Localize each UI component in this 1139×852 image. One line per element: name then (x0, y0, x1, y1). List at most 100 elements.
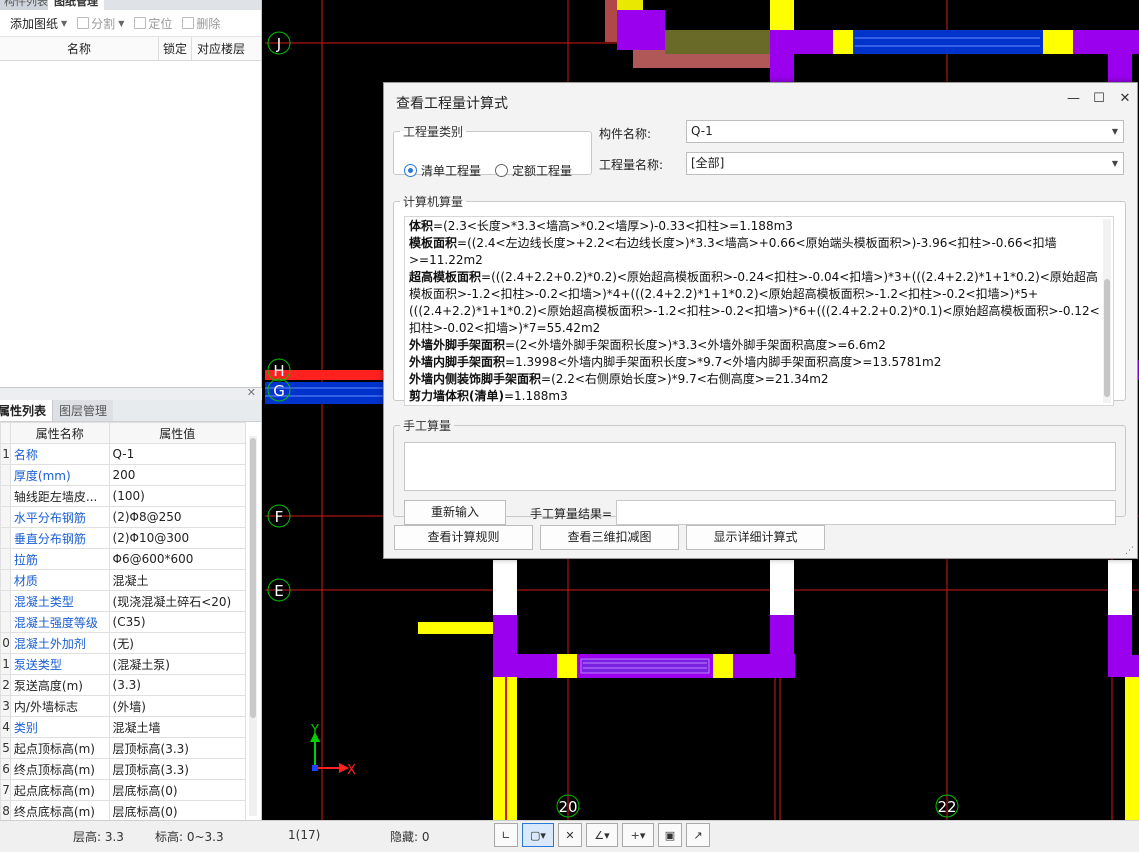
col-lock[interactable]: 锁定 (159, 37, 192, 60)
snap-toolbar: ∟ ▢▾ ✕ ∠▾ +▾ ▣ ↗ (494, 823, 710, 847)
view-calc-rules-button[interactable]: 查看计算规则 (394, 525, 533, 550)
table-row[interactable]: 垂直分布钢筋 (2)Φ10@300 (0, 527, 247, 549)
calc-line: 模板面积=((2.4<左边线长度>+2.2<右边线长度>)*3.3<墙高>+0.… (409, 235, 1109, 269)
close-icon[interactable]: ✕ (1119, 91, 1131, 106)
property-value[interactable]: 200 (108, 464, 247, 486)
tab-drawing-manager[interactable]: 图纸管理 (48, 0, 104, 10)
property-value[interactable]: (混凝土泵) (108, 653, 247, 675)
scroll-thumb[interactable] (1104, 279, 1110, 397)
scroll-thumb[interactable] (250, 438, 256, 718)
table-row[interactable]: 1 泵送类型 (混凝土泵) (0, 653, 247, 675)
property-value[interactable]: 层底标高(0) (108, 779, 247, 801)
table-row[interactable]: 1 名称 Q-1 (0, 443, 247, 465)
show-detailed-formula-button[interactable]: 显示详细计算式 (686, 525, 825, 550)
property-value-header: 属性值 (108, 422, 247, 444)
row-index (0, 569, 11, 591)
property-value[interactable]: (2)Φ8@250 (108, 506, 247, 528)
table-row[interactable]: 7 起点底标高(m) 层底标高(0) (0, 779, 247, 801)
calc-formula-dialog: 查看工程量计算式 — ☐ ✕ 工程量类别 清单工程量 定额工程量 构件名称: Q… (383, 82, 1138, 559)
table-row[interactable]: 轴线距左墙皮... (100) (0, 485, 247, 507)
elevation-status: 标高: 0~3.3 (155, 830, 224, 844)
property-name: 厚度(mm) (9, 464, 110, 486)
calc-line: 外墙内脚手架面积=1.3998<外墙内脚手架面积长度>*9.7<外墙内脚手架面积… (409, 354, 1109, 371)
offset-snap-icon[interactable]: +▾ (622, 823, 654, 847)
tab-layers[interactable]: 图层管理 (52, 400, 114, 421)
orthogonal-icon[interactable]: ∟ (494, 823, 518, 847)
table-row[interactable]: 8 终点底标高(m) 层底标高(0) (0, 800, 247, 820)
window-controls: — ☐ ✕ (1067, 91, 1131, 106)
calc-scrollbar[interactable] (1103, 219, 1111, 403)
table-row[interactable]: 0 混凝土外加剂 (无) (0, 632, 247, 654)
property-value[interactable]: (3.3) (108, 674, 247, 696)
property-value[interactable]: (2)Φ10@300 (108, 527, 247, 549)
calc-line: 外墙内侧装饰脚手架面积=(2.2<右侧原始长度>)*9.7<右侧高度>=21.3… (409, 371, 1109, 388)
table-row[interactable]: 4 类别 混凝土墙 (0, 716, 247, 738)
dynamic-input-icon[interactable]: ▣ (658, 823, 682, 847)
chevron-down-icon: ▼ (118, 18, 125, 28)
grid-number-20: 20 (558, 798, 577, 816)
floor-height-status: 层高: 3.3 (73, 830, 124, 844)
tab-component-list[interactable]: 构件列表 (0, 0, 54, 10)
table-row[interactable]: 拉筋 Φ6@600*600 (0, 548, 247, 570)
radio-list-quantity[interactable]: 清单工程量 (404, 162, 481, 179)
calc-line: 外墙外脚手架面积=(2<外墙外脚手架面积长度>)*3.3<外墙外脚手架面积高度>… (409, 337, 1109, 354)
quantity-name-value: [全部] (691, 156, 725, 170)
property-value[interactable]: (现浇混凝土碎石<20) (108, 590, 247, 612)
add-drawing-button[interactable]: 添加图纸 ▼ (0, 15, 67, 32)
tab-properties[interactable]: 属性列表 (0, 400, 53, 421)
angle-snap-icon[interactable]: ∠▾ (586, 823, 618, 847)
locate-button[interactable]: 定位 (134, 15, 172, 32)
property-value[interactable]: 层顶标高(3.3) (108, 737, 247, 759)
table-row[interactable]: 水平分布钢筋 (2)Φ8@250 (0, 506, 247, 528)
radio-dot-selected[interactable] (404, 164, 417, 177)
col-name[interactable]: 名称 (0, 37, 159, 60)
property-value[interactable]: (100) (108, 485, 247, 507)
table-row[interactable]: 材质 混凝土 (0, 569, 247, 591)
radio-quota-quantity[interactable]: 定额工程量 (495, 162, 572, 179)
minimize-icon[interactable]: — (1067, 91, 1080, 106)
calc-line-expr: =((2.4<左边线长度>+2.2<右边线长度>)*3.3<墙高>+0.66<原… (409, 236, 1057, 267)
axis-label-h: H (273, 362, 284, 380)
radio-list-quantity-label: 清单工程量 (421, 164, 482, 178)
property-value[interactable]: 层顶标高(3.3) (108, 758, 247, 780)
manual-calc-input[interactable] (404, 442, 1116, 491)
property-value[interactable]: (C35) (108, 611, 247, 633)
object-snap-icon[interactable]: ▢▾ (522, 823, 554, 847)
property-name: 终点顶标高(m) (9, 758, 110, 780)
table-row[interactable]: 混凝土类型 (现浇混凝土碎石<20) (0, 590, 247, 612)
resize-grip-icon[interactable]: ⋰ (1125, 546, 1134, 556)
table-row[interactable]: 混凝土强度等级 (C35) (0, 611, 247, 633)
manual-result-field[interactable] (616, 500, 1116, 525)
property-value[interactable]: (无) (108, 632, 247, 654)
maximize-icon[interactable]: ☐ (1093, 91, 1105, 106)
col-floor[interactable]: 对应楼层 (192, 37, 250, 60)
component-name-select[interactable]: Q-1 ▼ (686, 120, 1124, 143)
view-3d-deduction-button[interactable]: 查看三维扣减图 (540, 525, 679, 550)
delete-label: 删除 (196, 16, 221, 31)
delete-button[interactable]: 删除 (182, 15, 220, 32)
property-value[interactable]: Φ6@600*600 (108, 548, 247, 570)
property-value[interactable]: (外墙) (108, 695, 247, 717)
table-row[interactable]: 3 内/外墙标志 (外墙) (0, 695, 247, 717)
properties-scrollbar[interactable] (249, 436, 257, 816)
quantity-name-select[interactable]: [全部] ▼ (686, 152, 1124, 175)
table-row[interactable]: 2 泵送高度(m) (3.3) (0, 674, 247, 696)
calc-formula-textbox[interactable]: 体积=(2.3<长度>*3.3<墙高>*0.2<墙厚>)-0.33<扣柱>=1.… (404, 216, 1114, 406)
split-button[interactable]: 分割 ▼ (77, 15, 124, 32)
panel-splitter[interactable]: ✕ (0, 386, 262, 400)
cross-snap-icon[interactable]: ✕ (558, 823, 582, 847)
calc-line: 剪力墙模板面积(清单)=11.22m2 (409, 405, 1109, 406)
row-index: 0 (0, 632, 11, 654)
arc-snap-icon[interactable]: ↗ (686, 823, 710, 847)
property-value[interactable]: 层底标高(0) (108, 800, 247, 820)
property-value[interactable]: 混凝土 (108, 569, 247, 591)
radio-dot[interactable] (495, 164, 509, 177)
property-value[interactable]: 混凝土墙 (108, 716, 247, 738)
property-value[interactable]: Q-1 (108, 443, 247, 465)
table-row[interactable]: 5 起点顶标高(m) 层顶标高(3.3) (0, 737, 247, 759)
table-row[interactable]: 6 终点顶标高(m) 层顶标高(3.3) (0, 758, 247, 780)
reenter-button[interactable]: 重新输入 (404, 500, 506, 525)
grid-number-22: 22 (937, 798, 956, 816)
table-row[interactable]: 厚度(mm) 200 (0, 464, 247, 486)
close-icon[interactable]: ✕ (247, 386, 256, 399)
